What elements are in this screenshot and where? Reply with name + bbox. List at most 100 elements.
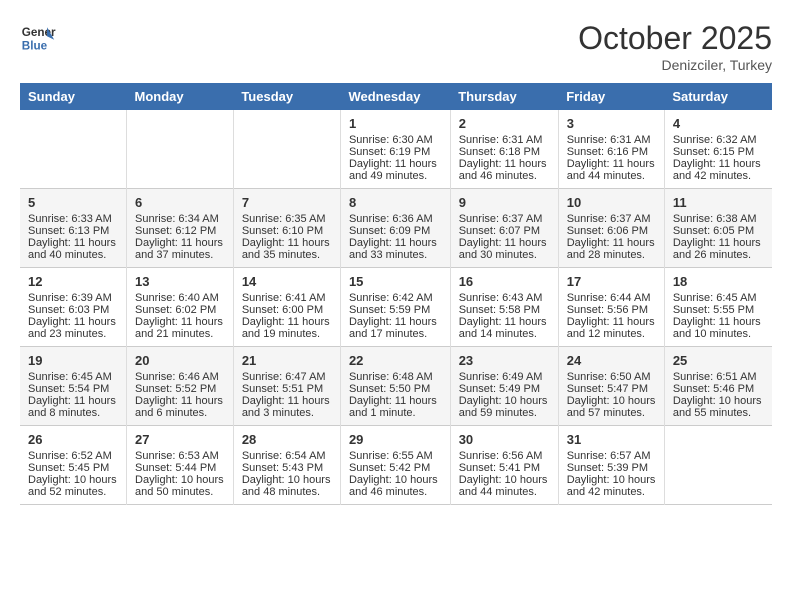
day-number: 23 [459,353,550,368]
sunset-text: Sunset: 6:09 PM [349,225,442,237]
daylight-text: Daylight: 11 hours and 6 minutes. [135,395,225,419]
calendar-cell: 17Sunrise: 6:44 AMSunset: 5:56 PMDayligh… [558,268,664,347]
sunrise-text: Sunrise: 6:54 AM [242,450,332,462]
sunrise-text: Sunrise: 6:41 AM [242,292,332,304]
calendar-cell: 10Sunrise: 6:37 AMSunset: 6:06 PMDayligh… [558,189,664,268]
sunset-text: Sunset: 6:19 PM [349,146,442,158]
day-number: 31 [567,432,656,447]
sunset-text: Sunset: 5:45 PM [28,462,118,474]
calendar-cell: 22Sunrise: 6:48 AMSunset: 5:50 PMDayligh… [340,347,450,426]
daylight-text: Daylight: 11 hours and 30 minutes. [459,237,550,261]
day-number: 10 [567,195,656,210]
calendar-week-row: 1Sunrise: 6:30 AMSunset: 6:19 PMDaylight… [20,110,772,189]
calendar-cell [127,110,234,189]
day-number: 12 [28,274,118,289]
daylight-text: Daylight: 11 hours and 3 minutes. [242,395,332,419]
sunset-text: Sunset: 6:02 PM [135,304,225,316]
day-header-sunday: Sunday [20,83,127,110]
sunrise-text: Sunrise: 6:55 AM [349,450,442,462]
sunrise-text: Sunrise: 6:42 AM [349,292,442,304]
daylight-text: Daylight: 11 hours and 46 minutes. [459,158,550,182]
daylight-text: Daylight: 10 hours and 50 minutes. [135,474,225,498]
daylight-text: Daylight: 11 hours and 12 minutes. [567,316,656,340]
calendar-cell: 28Sunrise: 6:54 AMSunset: 5:43 PMDayligh… [233,426,340,505]
day-header-friday: Friday [558,83,664,110]
sunrise-text: Sunrise: 6:32 AM [673,134,764,146]
sunrise-text: Sunrise: 6:56 AM [459,450,550,462]
calendar-cell: 23Sunrise: 6:49 AMSunset: 5:49 PMDayligh… [450,347,558,426]
daylight-text: Daylight: 11 hours and 14 minutes. [459,316,550,340]
sunset-text: Sunset: 6:00 PM [242,304,332,316]
daylight-text: Daylight: 11 hours and 37 minutes. [135,237,225,261]
location-subtitle: Denizciler, Turkey [578,57,772,73]
sunrise-text: Sunrise: 6:45 AM [28,371,118,383]
day-number: 17 [567,274,656,289]
daylight-text: Daylight: 11 hours and 8 minutes. [28,395,118,419]
calendar-week-row: 5Sunrise: 6:33 AMSunset: 6:13 PMDaylight… [20,189,772,268]
daylight-text: Daylight: 11 hours and 28 minutes. [567,237,656,261]
calendar-table: SundayMondayTuesdayWednesdayThursdayFrid… [20,83,772,505]
calendar-cell: 16Sunrise: 6:43 AMSunset: 5:58 PMDayligh… [450,268,558,347]
sunset-text: Sunset: 6:13 PM [28,225,118,237]
daylight-text: Daylight: 11 hours and 33 minutes. [349,237,442,261]
day-number: 25 [673,353,764,368]
sunset-text: Sunset: 6:10 PM [242,225,332,237]
calendar-cell: 20Sunrise: 6:46 AMSunset: 5:52 PMDayligh… [127,347,234,426]
sunrise-text: Sunrise: 6:30 AM [349,134,442,146]
day-number: 20 [135,353,225,368]
day-number: 7 [242,195,332,210]
sunrise-text: Sunrise: 6:37 AM [459,213,550,225]
sunrise-text: Sunrise: 6:47 AM [242,371,332,383]
daylight-text: Daylight: 10 hours and 44 minutes. [459,474,550,498]
daylight-text: Daylight: 11 hours and 42 minutes. [673,158,764,182]
sunrise-text: Sunrise: 6:31 AM [567,134,656,146]
daylight-text: Daylight: 11 hours and 40 minutes. [28,237,118,261]
daylight-text: Daylight: 10 hours and 57 minutes. [567,395,656,419]
day-number: 3 [567,116,656,131]
sunset-text: Sunset: 5:47 PM [567,383,656,395]
day-number: 19 [28,353,118,368]
daylight-text: Daylight: 11 hours and 17 minutes. [349,316,442,340]
calendar-cell: 9Sunrise: 6:37 AMSunset: 6:07 PMDaylight… [450,189,558,268]
calendar-cell [233,110,340,189]
sunset-text: Sunset: 6:03 PM [28,304,118,316]
sunrise-text: Sunrise: 6:35 AM [242,213,332,225]
calendar-cell: 24Sunrise: 6:50 AMSunset: 5:47 PMDayligh… [558,347,664,426]
calendar-cell: 4Sunrise: 6:32 AMSunset: 6:15 PMDaylight… [664,110,772,189]
calendar-header-row: SundayMondayTuesdayWednesdayThursdayFrid… [20,83,772,110]
sunrise-text: Sunrise: 6:34 AM [135,213,225,225]
sunrise-text: Sunrise: 6:40 AM [135,292,225,304]
day-number: 11 [673,195,764,210]
daylight-text: Daylight: 10 hours and 46 minutes. [349,474,442,498]
daylight-text: Daylight: 10 hours and 48 minutes. [242,474,332,498]
calendar-cell: 12Sunrise: 6:39 AMSunset: 6:03 PMDayligh… [20,268,127,347]
sunrise-text: Sunrise: 6:50 AM [567,371,656,383]
day-header-saturday: Saturday [664,83,772,110]
sunset-text: Sunset: 5:58 PM [459,304,550,316]
daylight-text: Daylight: 11 hours and 35 minutes. [242,237,332,261]
calendar-week-row: 19Sunrise: 6:45 AMSunset: 5:54 PMDayligh… [20,347,772,426]
sunset-text: Sunset: 6:12 PM [135,225,225,237]
calendar-cell: 14Sunrise: 6:41 AMSunset: 6:00 PMDayligh… [233,268,340,347]
daylight-text: Daylight: 11 hours and 10 minutes. [673,316,764,340]
sunrise-text: Sunrise: 6:52 AM [28,450,118,462]
sunset-text: Sunset: 6:18 PM [459,146,550,158]
sunset-text: Sunset: 5:42 PM [349,462,442,474]
sunset-text: Sunset: 6:06 PM [567,225,656,237]
day-number: 16 [459,274,550,289]
sunrise-text: Sunrise: 6:39 AM [28,292,118,304]
day-header-tuesday: Tuesday [233,83,340,110]
logo-icon: General Blue [20,20,56,56]
sunrise-text: Sunrise: 6:48 AM [349,371,442,383]
title-block: October 2025 Denizciler, Turkey [578,20,772,73]
calendar-cell: 26Sunrise: 6:52 AMSunset: 5:45 PMDayligh… [20,426,127,505]
day-number: 9 [459,195,550,210]
day-number: 8 [349,195,442,210]
day-number: 28 [242,432,332,447]
page-header: General Blue October 2025 Denizciler, Tu… [20,20,772,73]
sunrise-text: Sunrise: 6:49 AM [459,371,550,383]
daylight-text: Daylight: 11 hours and 21 minutes. [135,316,225,340]
sunrise-text: Sunrise: 6:44 AM [567,292,656,304]
day-header-thursday: Thursday [450,83,558,110]
calendar-cell: 31Sunrise: 6:57 AMSunset: 5:39 PMDayligh… [558,426,664,505]
